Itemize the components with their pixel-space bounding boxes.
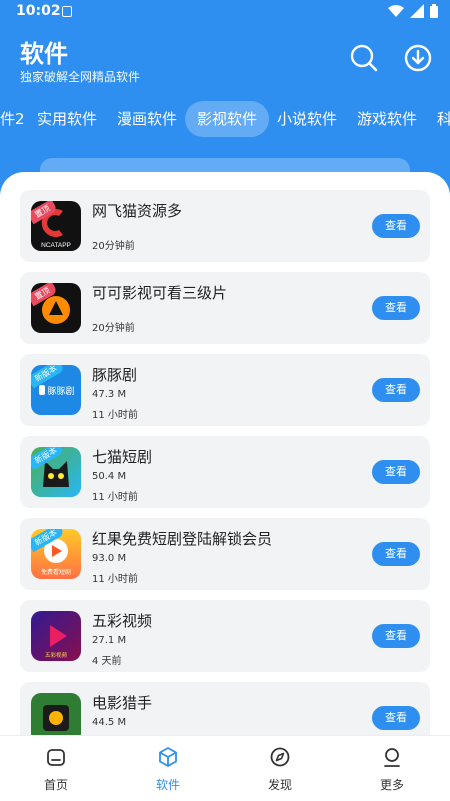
page-subtitle: 独家破解全网精品软件 bbox=[20, 70, 141, 84]
download-icon[interactable] bbox=[402, 42, 434, 74]
app-icon: 免费看短剧 新版本 bbox=[31, 529, 81, 579]
status-bar: 10:02 bbox=[0, 0, 450, 24]
view-button[interactable]: 查看 bbox=[372, 706, 420, 730]
ncat-logo-text: NCATAPP bbox=[41, 242, 71, 249]
tab-utility[interactable]: 实用软件 bbox=[25, 101, 109, 137]
hongguo-logo-text: 免费看短剧 bbox=[41, 568, 71, 576]
home-icon bbox=[47, 749, 65, 766]
battery-icon bbox=[430, 4, 438, 18]
app-name: 电影猎手 bbox=[92, 694, 153, 712]
app-card-tuntun[interactable]: 豚豚剧 新版本 豚豚剧 47.3 M 11 小时前 查看 bbox=[20, 354, 430, 426]
view-button[interactable]: 查看 bbox=[372, 296, 420, 320]
app-size: 47.3 M bbox=[92, 389, 127, 400]
app-icon: 新版本 bbox=[31, 447, 81, 497]
app-card-wucai[interactable]: 五彩视频 五彩视频 27.1 M 4 天前 查看 bbox=[20, 600, 430, 672]
view-button[interactable]: 查看 bbox=[372, 460, 420, 484]
category-tabs: 件2 实用软件 漫画软件 影视软件 小说软件 游戏软件 科 bbox=[0, 101, 450, 141]
app-card-hongguo[interactable]: 免费看短剧 新版本 红果免费短剧登陆解锁会员 93.0 M 11 小时前 查看 bbox=[20, 518, 430, 590]
nav-label: 更多 bbox=[379, 778, 404, 792]
nav-home[interactable]: 首页 bbox=[0, 736, 112, 801]
app-updated-time: 4 天前 bbox=[92, 656, 122, 667]
app-card-ncat[interactable]: NCATAPP 置顶 网飞猫资源多 20分钟前 查看 bbox=[20, 190, 430, 262]
view-button[interactable]: 查看 bbox=[372, 542, 420, 566]
app-icon: 置顶 bbox=[31, 283, 81, 333]
tab-video[interactable]: 影视软件 bbox=[185, 101, 270, 137]
tab-game[interactable]: 游戏软件 bbox=[345, 101, 429, 137]
app-updated-time: 11 小时前 bbox=[92, 492, 138, 503]
app-icon: NCATAPP 置顶 bbox=[31, 201, 81, 251]
app-name: 网飞猫资源多 bbox=[92, 202, 183, 220]
nav-more[interactable]: 更多 bbox=[336, 736, 448, 801]
app-icon: 五彩视频 bbox=[31, 611, 81, 661]
app-size: 93.0 M bbox=[92, 553, 127, 564]
nav-software[interactable]: 软件 bbox=[112, 736, 224, 801]
nav-label: 软件 bbox=[155, 778, 180, 792]
view-button[interactable]: 查看 bbox=[372, 378, 420, 402]
app-list-sheet: NCATAPP 置顶 网飞猫资源多 20分钟前 查看 置顶 可可影视可看三级片 … bbox=[0, 172, 450, 800]
user-icon bbox=[384, 748, 400, 767]
tab-tech[interactable]: 科 bbox=[425, 101, 450, 137]
view-button[interactable]: 查看 bbox=[372, 624, 420, 648]
bottom-navigation: 首页 软件 发现 更多 bbox=[0, 735, 450, 801]
app-name: 五彩视频 bbox=[92, 612, 153, 630]
app-updated-time: 20分钟前 bbox=[92, 241, 135, 252]
wucai-logo-icon: 五彩视频 bbox=[45, 625, 68, 659]
status-time: 10:02 bbox=[16, 3, 61, 19]
tab-novel[interactable]: 小说软件 bbox=[265, 101, 349, 137]
app-name: 红果免费短剧登陆解锁会员 bbox=[92, 530, 273, 548]
compass-icon bbox=[270, 747, 290, 767]
app-updated-time: 11 小时前 bbox=[92, 410, 138, 421]
search-icon[interactable] bbox=[348, 42, 380, 74]
app-updated-time: 11 小时前 bbox=[92, 574, 138, 585]
page-title: 软件 bbox=[20, 40, 68, 68]
app-name: 可可影视可看三级片 bbox=[92, 284, 228, 302]
nav-discover[interactable]: 发现 bbox=[224, 736, 336, 801]
app-updated-time: 20分钟前 bbox=[92, 323, 135, 334]
wifi-icon bbox=[388, 5, 404, 17]
app-card-qimao[interactable]: 新版本 七猫短剧 50.4 M 11 小时前 查看 bbox=[20, 436, 430, 508]
app-header: 软件 独家破解全网精品软件 bbox=[0, 24, 450, 100]
wucai-logo-text: 五彩视频 bbox=[45, 651, 68, 659]
app-size: 27.1 M bbox=[92, 635, 127, 646]
signal-icon bbox=[410, 4, 424, 18]
view-button[interactable]: 查看 bbox=[372, 214, 420, 238]
nav-label: 首页 bbox=[43, 778, 68, 792]
app-size: 50.4 M bbox=[92, 471, 127, 482]
app-name: 豚豚剧 bbox=[92, 366, 138, 384]
tab-comic[interactable]: 漫画软件 bbox=[105, 101, 189, 137]
tuntun-logo-text: 豚豚剧 bbox=[47, 386, 74, 397]
app-icon: 豚豚剧 新版本 bbox=[31, 365, 81, 415]
nav-label: 发现 bbox=[267, 778, 292, 792]
cube-icon bbox=[159, 747, 177, 767]
sim-icon bbox=[62, 6, 72, 17]
app-name: 七猫短剧 bbox=[92, 448, 153, 466]
app-size: 44.5 M bbox=[92, 717, 127, 728]
app-card-keke[interactable]: 置顶 可可影视可看三级片 20分钟前 查看 bbox=[20, 272, 430, 344]
